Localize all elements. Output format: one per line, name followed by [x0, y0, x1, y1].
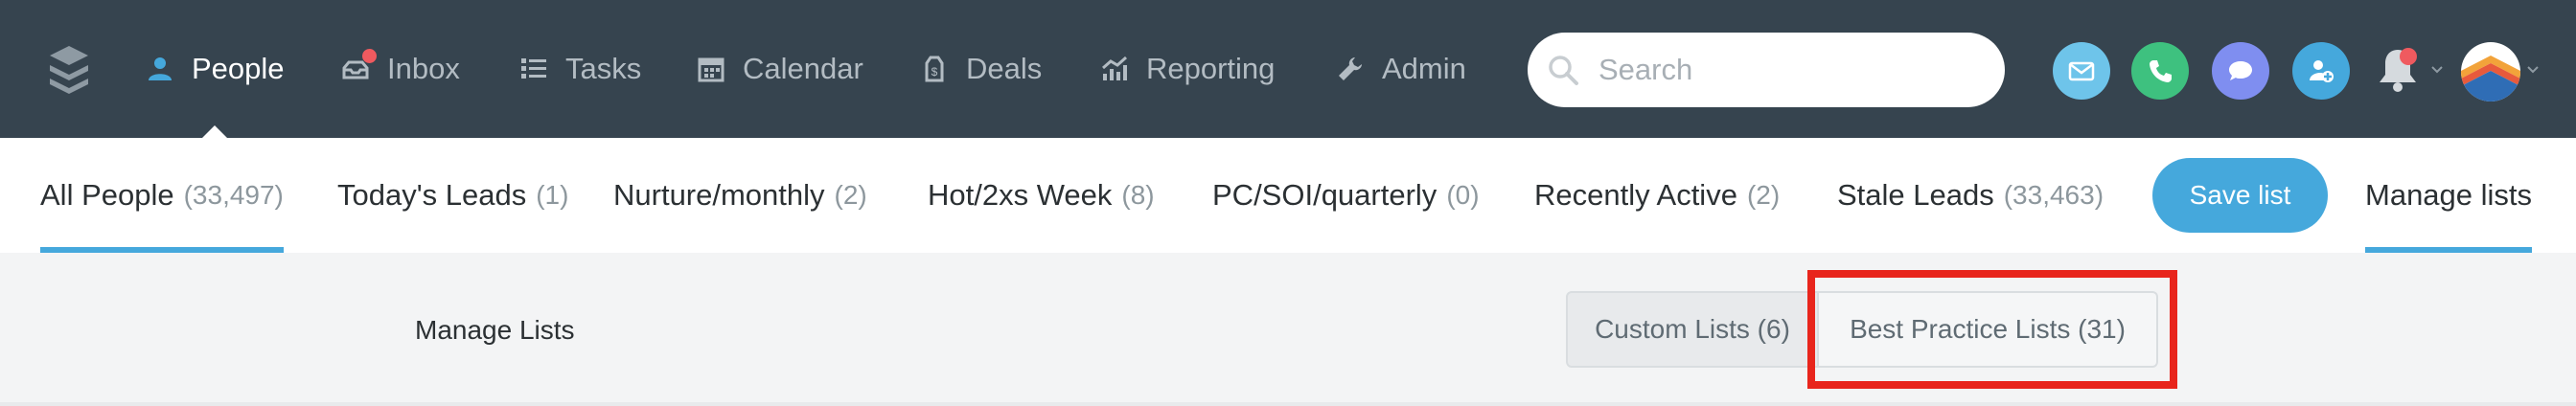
tab-label: Manage lists — [2365, 178, 2533, 212]
tab-todays-leads[interactable]: Today's Leads (1) — [337, 138, 568, 253]
inbox-icon — [341, 49, 377, 83]
tab-count: (8) — [1121, 180, 1155, 210]
tab-count: (33,497) — [183, 180, 284, 210]
tab-nurture-monthly[interactable]: Nurture/monthly (2) — [613, 138, 867, 253]
nav-people-label: People — [192, 52, 285, 85]
tab-recently-active[interactable]: Recently Active (2) — [1534, 138, 1780, 253]
notifications-bell[interactable] — [2371, 42, 2428, 100]
tab-label: Recently Active — [1534, 178, 1737, 212]
search-input[interactable] — [1598, 53, 1982, 87]
chat-bubble-icon — [2229, 61, 2252, 80]
nav-deals-label: Deals — [966, 52, 1043, 85]
calendar-icon — [697, 55, 725, 83]
top-nav-bar: People Inbox Tasks Calendar $ Deals Repo… — [0, 0, 2576, 138]
tab-hot-2xs-week[interactable]: Hot/2xs Week (8) — [928, 138, 1155, 253]
nav-inbox-label: Inbox — [387, 52, 460, 85]
tab-label: Today's Leads — [337, 178, 527, 212]
person-icon — [146, 55, 174, 83]
bell-icon — [2380, 50, 2416, 92]
svg-text:$: $ — [932, 65, 938, 79]
notification-dot — [2400, 48, 2417, 65]
nav-reporting[interactable]: Reporting — [1100, 0, 1275, 138]
tab-stale-leads[interactable]: Stale Leads (33,463) — [1837, 138, 2104, 253]
manage-lists-panel: Manage Lists — [0, 253, 2576, 406]
call-button[interactable] — [2131, 42, 2189, 100]
nav-calendar-label: Calendar — [743, 52, 863, 85]
wrench-icon — [1336, 55, 1365, 83]
tab-label: Nurture/monthly — [613, 178, 825, 212]
text-message-button[interactable] — [2212, 42, 2269, 100]
nav-calendar[interactable]: Calendar — [697, 0, 863, 138]
app-logo-icon[interactable] — [46, 42, 92, 96]
nav-people[interactable]: People — [146, 0, 285, 138]
envelope-icon — [2068, 61, 2095, 81]
nav-inbox[interactable]: Inbox — [341, 0, 460, 138]
tab-count: (2) — [1746, 180, 1781, 210]
tab-label: Hot/2xs Week — [928, 178, 1113, 212]
phone-icon — [2150, 60, 2172, 82]
tasks-list-icon — [519, 55, 548, 83]
segment-custom-lists[interactable]: Custom Lists (6) — [1566, 291, 1819, 368]
tab-all-people[interactable]: All People (33,497) — [40, 138, 284, 253]
email-button[interactable] — [2053, 42, 2110, 100]
tab-label: PC/SOI/quarterly — [1212, 178, 1438, 212]
tab-count: (1) — [536, 180, 569, 210]
list-tabs-bar: All People (33,497) Today's Leads (1) Nu… — [0, 138, 2576, 253]
tab-count: (33,463) — [2003, 180, 2104, 210]
tab-manage-lists[interactable]: Manage lists — [2365, 138, 2533, 253]
tab-label: All People — [40, 178, 174, 212]
tab-count: (0) — [1446, 180, 1480, 210]
tab-count: (2) — [834, 180, 867, 210]
chevron-down-icon[interactable] — [2430, 63, 2444, 77]
deals-tag-icon: $ — [920, 55, 949, 83]
search-box[interactable] — [1528, 33, 2005, 107]
reporting-chart-icon — [1100, 55, 1129, 83]
save-list-button[interactable]: Save list — [2152, 158, 2328, 233]
nav-reporting-label: Reporting — [1146, 52, 1276, 85]
chevron-down-icon[interactable] — [2526, 63, 2540, 77]
tab-pc-soi-quarterly[interactable]: PC/SOI/quarterly (0) — [1212, 138, 1480, 253]
nav-admin[interactable]: Admin — [1336, 0, 1466, 138]
inbox-notification-dot — [362, 49, 377, 63]
search-icon — [1549, 56, 1578, 85]
nav-admin-label: Admin — [1382, 52, 1466, 85]
avatar-logo-icon — [2461, 42, 2520, 102]
tab-label: Stale Leads — [1837, 178, 1994, 212]
panel-title: Manage Lists — [415, 315, 575, 345]
nav-tasks[interactable]: Tasks — [519, 0, 641, 138]
segment-best-practice-lists[interactable]: Best Practice Lists (31) — [1819, 291, 2158, 368]
nav-tasks-label: Tasks — [565, 52, 642, 85]
user-avatar[interactable] — [2461, 42, 2520, 102]
divider — [0, 402, 2576, 406]
nav-deals[interactable]: $ Deals — [920, 0, 1042, 138]
add-person-icon — [2310, 60, 2334, 82]
active-nav-caret — [202, 125, 228, 138]
add-person-button[interactable] — [2292, 42, 2350, 100]
